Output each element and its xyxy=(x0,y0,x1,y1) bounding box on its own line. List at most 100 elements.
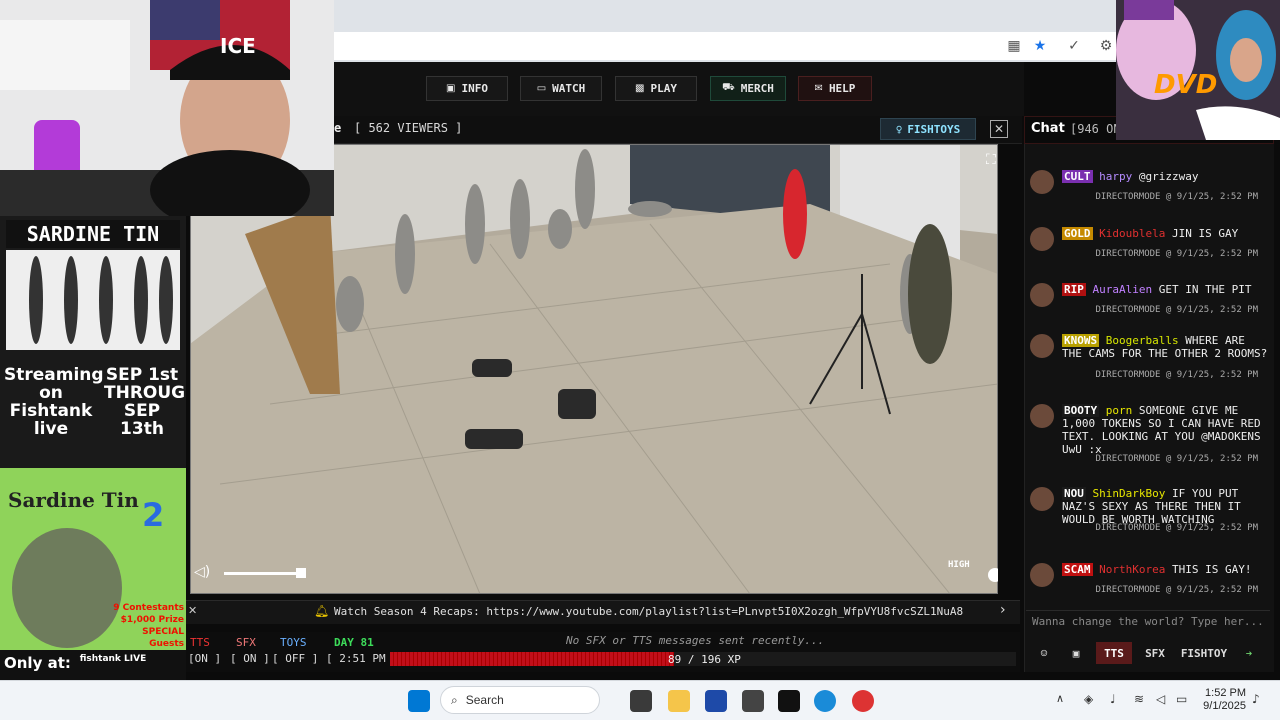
chat-username[interactable]: AuraAlien xyxy=(1086,283,1159,296)
close-banner-icon[interactable]: ✕ xyxy=(188,604,197,617)
chat-username[interactable]: harpy xyxy=(1093,170,1139,183)
sardine-tin-ad: SARDINE TIN Streaming on Fishtank live S… xyxy=(0,216,186,468)
guest-webcam: DVD xyxy=(1116,0,1280,140)
fishtank-live-logo: fishtank LIVE xyxy=(79,654,147,664)
sfx-toggle[interactable]: [ ON ] xyxy=(230,652,270,665)
hat-text: ICE xyxy=(220,34,256,58)
tts-toggle[interactable]: [ON ] xyxy=(188,652,221,665)
address-bar[interactable] xyxy=(334,32,1116,60)
sfx-button[interactable]: SFX xyxy=(1140,642,1170,664)
chat-meta: DIRECTORMODE @ 9/1/25, 2:52 PM xyxy=(1095,370,1258,380)
record-icon[interactable] xyxy=(988,568,998,582)
visual-studio-icon[interactable] xyxy=(705,690,727,712)
chat-message: SCAM NorthKorea THIS IS GAY! DIRECTORMODE… xyxy=(1030,563,1270,595)
chevron-right-icon[interactable]: › xyxy=(1000,602,1006,618)
streaming-text: Streaming on Fishtank live xyxy=(4,365,104,439)
chat-badge: BOOTY xyxy=(1062,404,1100,417)
mic-icon[interactable]: ♩ xyxy=(1110,692,1116,706)
screen-icon[interactable]: ▣ xyxy=(1066,642,1086,664)
notification-bell-icon[interactable]: ♪ xyxy=(1252,692,1260,706)
extension-icon[interactable]: ✓ xyxy=(1066,38,1082,54)
chat-meta: DIRECTORMODE @ 9/1/25, 2:52 PM xyxy=(1095,523,1258,533)
bookmark-star-icon[interactable]: ★ xyxy=(1032,38,1048,54)
system-clock[interactable]: 1:52 PM 9/1/2025 xyxy=(1200,687,1246,713)
volume-icon[interactable]: ◁) xyxy=(194,564,210,580)
search-icon: ⌕ xyxy=(451,692,458,707)
chat-badge: SCAM xyxy=(1062,563,1093,576)
sfx-tts-status: No SFX or TTS messages sent recently... xyxy=(566,634,825,647)
send-icon[interactable]: ➔ xyxy=(1238,642,1260,664)
only-at-text: Only at: xyxy=(4,654,71,672)
tts-label: TTS xyxy=(190,636,210,649)
chat-text: GET IN THE PIT xyxy=(1158,283,1252,296)
chat-badge: KNOWS xyxy=(1062,334,1100,347)
nav-play-button[interactable]: ▩ PLAY xyxy=(615,76,697,101)
avatar[interactable] xyxy=(1030,227,1054,251)
grid-icon: ▩ xyxy=(635,83,645,94)
close-stream-button[interactable]: ✕ xyxy=(990,120,1008,138)
chat-username[interactable]: Boogerballs xyxy=(1099,334,1185,347)
nav-merch-button[interactable]: ⛟ MERCH xyxy=(710,76,786,101)
copilot-icon[interactable]: ◈ xyxy=(1084,692,1093,706)
chat-username[interactable]: NorthKorea xyxy=(1093,563,1172,576)
avatar[interactable] xyxy=(1030,334,1054,358)
nav-watch-button[interactable]: ▭ WATCH xyxy=(520,76,602,101)
quality-button[interactable]: HIGH xyxy=(948,560,970,570)
fishtoy-button[interactable]: FISHTOY xyxy=(1178,642,1230,664)
recap-link[interactable]: Watch Season 4 Recaps: https://www.youtu… xyxy=(334,605,963,618)
chat-badge: NOU xyxy=(1062,487,1086,500)
edge-icon[interactable] xyxy=(814,690,836,712)
ad2-feature-line: $1,000 Prize xyxy=(120,615,184,625)
sfx-label: SFX xyxy=(236,636,256,649)
ad2-feature-line: 9 Contestants xyxy=(113,603,184,613)
volume-slider-handle[interactable] xyxy=(296,568,306,578)
toys-toggle[interactable]: [ OFF ] xyxy=(272,652,318,665)
obs-icon[interactable] xyxy=(852,690,874,712)
streamer-webcam: ICE xyxy=(0,0,334,216)
taskbar-search[interactable]: ⌕ Search xyxy=(440,686,600,714)
fishtoys-button[interactable]: ♀ FISHTOYS xyxy=(880,118,976,140)
chat-username[interactable]: porn xyxy=(1099,404,1139,417)
chat-message: NOU ShinDarkBoy IF YOU PUT NAZ'S SEXY AS… xyxy=(1030,487,1270,533)
chat-title: Chat xyxy=(1031,121,1065,136)
figure-icon: ♀ xyxy=(895,122,903,136)
cube-app-icon[interactable] xyxy=(742,690,764,712)
start-icon[interactable] xyxy=(408,690,430,712)
avatar[interactable] xyxy=(1030,283,1054,307)
nav-info-button[interactable]: ▣ INFO xyxy=(426,76,508,101)
chat-meta: DIRECTORMODE @ 9/1/25, 2:52 PM xyxy=(1095,454,1258,464)
avatar[interactable] xyxy=(1030,170,1054,194)
fish-drawing xyxy=(29,256,173,344)
settings-icon[interactable]: ⚙ xyxy=(1098,38,1114,54)
chat-username[interactable]: Kidoublela xyxy=(1093,227,1172,240)
fullscreen-icon[interactable]: ⛶ xyxy=(986,152,996,168)
chat-message: KNOWS Boogerballs WHERE ARE THE CAMS FOR… xyxy=(1030,334,1270,380)
cart-icon: ⛟ xyxy=(722,82,735,93)
sardine-tin-2-ad: Sardine Tin 2 9 Contestants $1,000 Prize S… xyxy=(0,468,186,680)
battery-icon[interactable]: ▭ xyxy=(1176,692,1187,706)
file-explorer-icon[interactable] xyxy=(668,690,690,712)
bell-icon: 🔔︎ xyxy=(314,604,330,618)
nav-help-button[interactable]: ✉ HELP xyxy=(798,76,872,101)
wifi-icon[interactable]: ≋ xyxy=(1134,692,1144,706)
chat-input-placeholder: Wanna change the world? Type her... xyxy=(1032,615,1264,628)
apps-icon[interactable]: ▦ xyxy=(1006,38,1022,54)
chat-badge: RIP xyxy=(1062,283,1086,296)
chat-message: BOOTY porn SOMEONE GIVE ME 1,000 TOKENS … xyxy=(1030,404,1270,464)
task-view-icon[interactable] xyxy=(630,690,652,712)
volume-slider[interactable] xyxy=(224,572,304,575)
apple-tv-icon[interactable] xyxy=(778,690,800,712)
chat-meta: DIRECTORMODE @ 9/1/25, 2:52 PM xyxy=(1095,585,1258,595)
ad2-number: 2 xyxy=(142,496,165,534)
avatar[interactable] xyxy=(1030,404,1054,428)
tts-button[interactable]: TTS xyxy=(1096,642,1132,664)
chat-username[interactable]: ShinDarkBoy xyxy=(1086,487,1172,500)
emoji-icon[interactable]: ☺ xyxy=(1034,642,1054,664)
webcam-scene xyxy=(0,0,334,216)
info-icon: ▣ xyxy=(446,83,456,94)
in-game-time: [ 2:51 PM ] xyxy=(326,652,399,665)
avatar[interactable] xyxy=(1030,487,1054,511)
avatar[interactable] xyxy=(1030,563,1054,587)
tray-chevron-icon[interactable]: ∧ xyxy=(1056,692,1064,705)
speaker-icon[interactable]: ◁ xyxy=(1156,692,1165,706)
